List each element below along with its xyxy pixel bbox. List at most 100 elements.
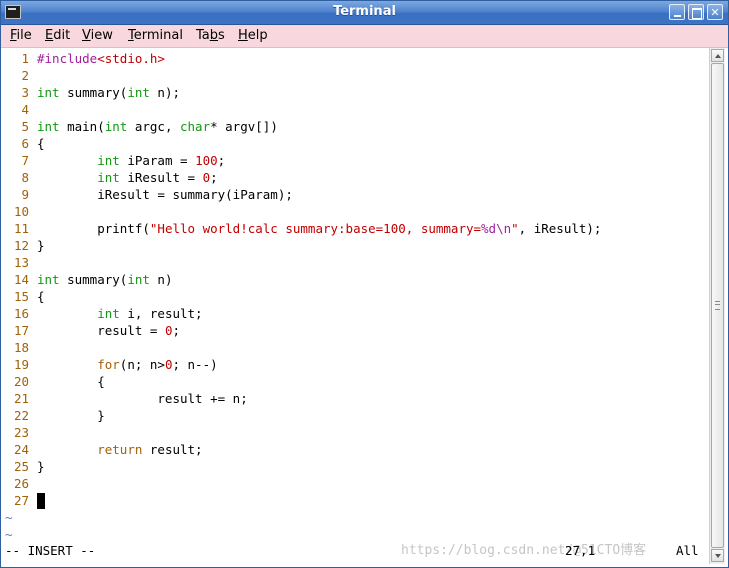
code-token-preproc: %d\n [481,221,512,236]
code-line[interactable]: 9 iResult = summary(iParam); [3,186,293,203]
code-line[interactable]: 16 int i, result; [3,305,203,322]
code-line[interactable]: 21 result += n; [3,390,248,407]
code-line[interactable]: 7 int iParam = 100; [3,152,225,169]
menu-edit[interactable]: Edit [45,28,70,43]
code-token: n) [149,272,173,287]
code-line[interactable]: 22 } [3,407,105,424]
code-token-keyword: int [37,85,60,100]
code-line[interactable]: 3 int summary(int n); [3,84,180,101]
line-number: 4 [21,102,29,117]
code-token-keyword: int [37,119,60,134]
code-token-preproc: #include [37,51,98,66]
code-line[interactable]: 14 int summary(int n) [3,271,173,288]
code-line[interactable]: 20 { [3,373,105,390]
code-token-control: for [97,357,120,372]
code-line[interactable]: 12} [3,237,45,254]
scrollbar-thumb[interactable] [711,63,724,548]
close-icon: ✕ [710,6,720,19]
code-token: n); [149,85,180,100]
code-line[interactable]: 27 [3,492,45,509]
menu-file[interactable]: File [10,28,32,43]
menu-terminal[interactable]: Terminal [128,28,183,43]
line-number: 15 [13,289,29,304]
code-token: , iResult); [518,221,602,236]
menu-tabs[interactable]: Tabs [196,28,225,43]
scroll-position: All [676,543,699,558]
scroll-down-arrow-icon[interactable] [711,549,724,562]
line-number: 7 [21,153,29,168]
code-line[interactable]: 19 for(n; n>0; n--) [3,356,218,373]
code-token-number: 0 [202,170,211,185]
line-number: 1 [21,51,29,66]
maximize-button[interactable] [688,4,704,20]
code-token: summary( [59,272,128,287]
code-line[interactable]: 8 int iResult = 0; [3,169,217,186]
line-number: 26 [13,476,29,491]
code-line[interactable]: 17 result = 0; [3,322,180,339]
code-line[interactable]: 26 [3,475,37,492]
code-line[interactable]: 10 [3,203,37,220]
vertical-scrollbar[interactable] [709,48,725,564]
line-number: 27 [13,493,29,508]
minimize-button[interactable] [669,4,685,20]
line-number: 3 [21,85,29,100]
code-token: i, result; [119,306,203,321]
code-line[interactable]: 6{ [3,135,44,152]
line-number: 18 [13,340,29,355]
code-token: result; [142,442,203,457]
line-number: 21 [13,391,29,406]
code-token: summary( [59,85,128,100]
maximize-icon [692,8,702,19]
close-button[interactable]: ✕ [707,4,723,20]
code-token: ; [172,323,180,338]
line-number: 13 [13,255,29,270]
code-line[interactable]: 25} [3,458,45,475]
code-token: iResult = [119,170,203,185]
line-number: 16 [13,306,29,321]
line-number: 2 [21,68,29,83]
terminal-text-area[interactable]: 1 #include<stdio.h> 2 3 int summary(int n); 4… [3,48,708,563]
code-token: result += n; [37,391,248,406]
code-line[interactable]: 5 int main(int argc, char* argv[]) [3,118,278,135]
code-token-keyword: char [180,119,211,134]
code-token: argc, [127,119,180,134]
code-token: * argv[]) [210,119,278,134]
code-token-control: return [97,442,143,457]
code-line[interactable]: 15 { [3,288,45,305]
code-line[interactable]: 23 [3,424,37,441]
line-number: 22 [13,408,29,423]
line-number: 24 [13,442,29,457]
code-line[interactable]: 24 return result; [3,441,203,458]
code-token-string: <stdio.h> [97,51,165,66]
line-number: 6 [21,136,29,151]
vim-status-line: -- INSERT -- https://blog.csdn.net/@51CT… [3,542,708,559]
line-number: 14 [13,272,29,287]
line-number: 9 [21,187,29,202]
scroll-up-arrow-icon[interactable] [711,49,724,62]
code-line[interactable]: 11 printf("Hello world!calc summary:base… [3,220,602,237]
code-token-keyword: int [127,272,150,287]
code-token-number: 100 [195,153,218,168]
code-token-keyword: int [37,272,60,287]
code-token: } [37,238,45,253]
code-line[interactable]: 18 [3,339,37,356]
menu-help[interactable]: Help [238,28,268,43]
code-line[interactable]: 4 [3,101,37,118]
code-token: } [37,459,45,474]
line-number: 25 [13,459,29,474]
code-line[interactable]: 1 #include<stdio.h> [3,50,165,67]
title-bar[interactable]: Terminal ✕ [1,1,728,25]
code-token: { [37,289,45,304]
line-number: 5 [21,119,29,134]
line-number: 23 [13,425,29,440]
code-line[interactable]: 13 [3,254,37,271]
code-token: { [37,374,105,389]
code-token-keyword: int [97,306,120,321]
code-line[interactable]: 2 [3,67,37,84]
watermark: https://blog.csdn.net/@51CTO博客 [401,543,647,558]
code-token: iResult = summary(iParam); [37,187,293,202]
menu-view[interactable]: View [82,28,113,43]
